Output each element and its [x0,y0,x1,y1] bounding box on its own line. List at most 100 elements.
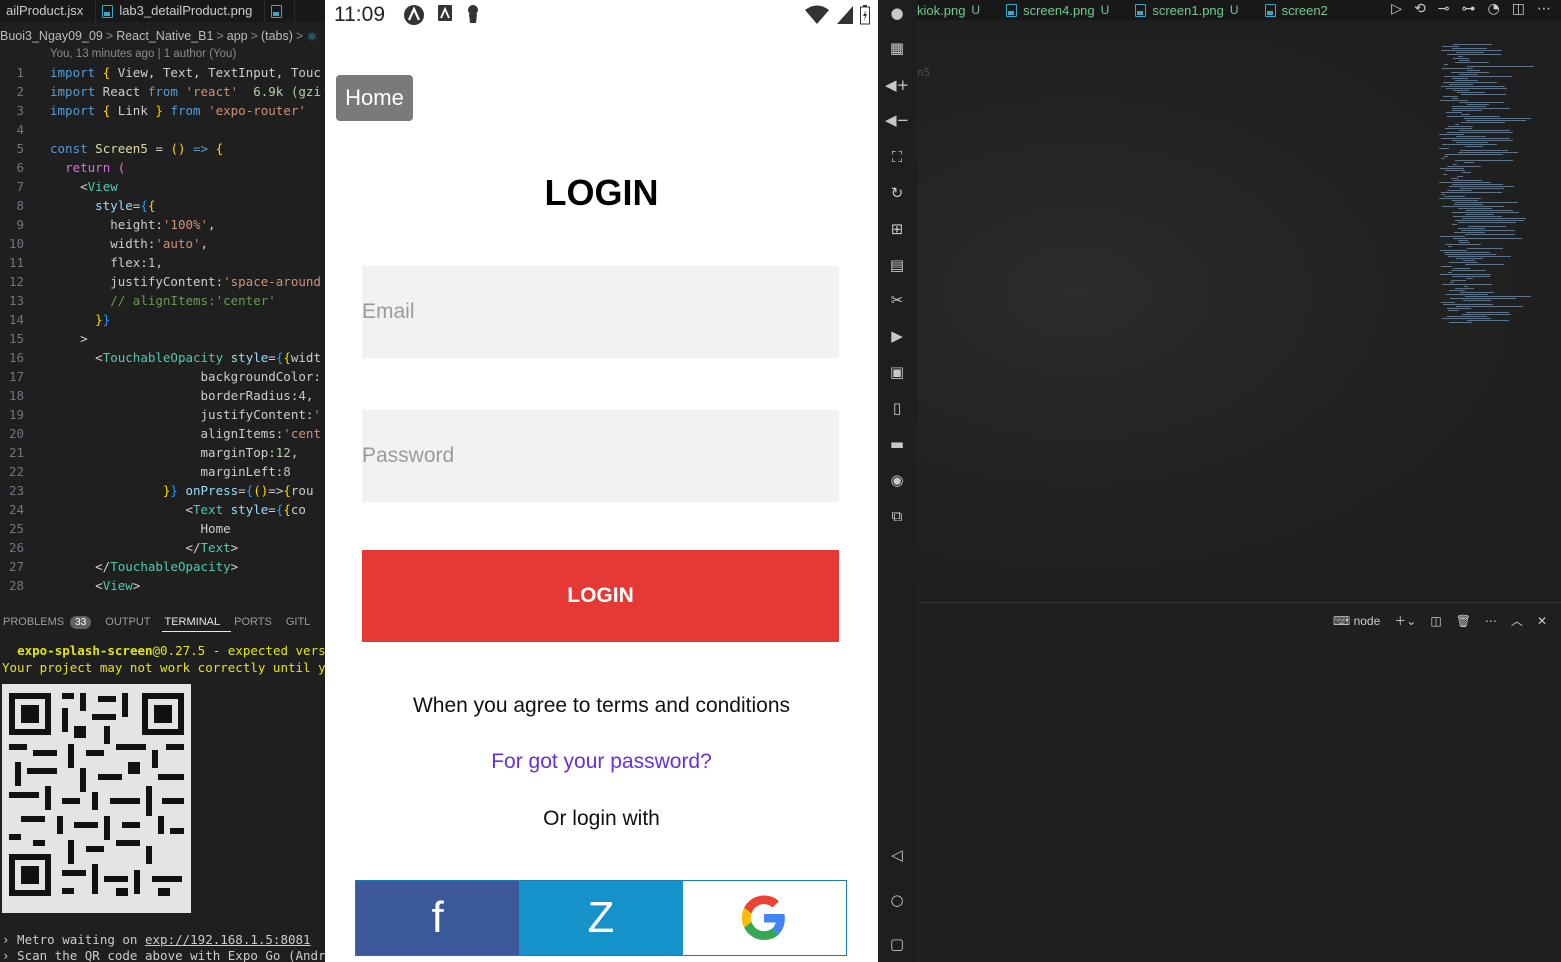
minimap-line [1458,222,1516,223]
problems-count-badge: 33 [70,615,92,629]
minimap-line [1451,280,1466,281]
minimap-line [1459,74,1478,75]
editor-tab[interactable] [265,0,296,22]
minimap-line [1449,84,1473,85]
volume-up-icon[interactable]: ◀+ [885,75,909,95]
image-file-icon [1264,3,1276,17]
terminal-line: › Scan the QR code above with Expo Go (A… [2,948,325,962]
location-icon[interactable]: ◉ [887,470,907,490]
git-blame-lens[interactable]: You, 13 minutes ago | 1 author (You) [50,48,236,60]
editor-tab[interactable]: screen2 [1259,0,1348,20]
minimap-line [1447,190,1472,191]
timeline-icon[interactable]: ◔ [1488,1,1500,17]
metro-url-link[interactable]: exp://192.168.1.5:8081 [145,932,311,947]
tab-output[interactable]: OUTPUT [102,612,161,632]
page-title: LOGIN [544,172,659,213]
minimap-line [1443,174,1447,175]
minimap-line [1461,114,1470,115]
branch-icon[interactable]: ⊶ [1462,1,1476,17]
new-terminal-icon[interactable]: ＋⌄ [1394,612,1416,629]
folder-icon[interactable]: ▬ [887,434,907,454]
breadcrumb-item[interactable]: (tabs) [261,29,293,43]
layout-icon[interactable]: ▣ [887,362,907,382]
breadcrumb-item[interactable]: app [227,29,248,43]
minimap-line [1456,52,1484,53]
power-icon[interactable]: ● [887,3,907,23]
forgot-password-link[interactable]: For got your password? [325,750,878,774]
minimap-line [1458,152,1518,153]
email-field[interactable] [362,266,839,358]
code-editor[interactable]: 1 import { View, Text, TextInput, Touc 2i… [0,63,325,595]
editor-tab[interactable]: lab3_detailProduct.png [96,0,266,22]
trash-icon[interactable]: 🗑 [1456,614,1471,628]
vibrate-icon[interactable]: ▯ [887,398,907,418]
minimap-line [1465,214,1494,215]
recents-nav-icon[interactable]: ▢ [887,934,907,954]
google-login-button[interactable] [682,881,846,955]
password-field[interactable] [362,410,839,502]
minimap-line [1453,238,1522,239]
minimap-line [1444,196,1465,197]
minimap-line [1445,254,1496,255]
minimap-line [1460,150,1508,151]
tab-problems[interactable]: PROBLEMS 33 [0,612,102,632]
notification-icon [404,5,424,25]
tab-git[interactable]: GITL [283,612,321,632]
git-commit-icon[interactable]: ⊸ [1438,1,1450,17]
facebook-login-button[interactable]: f [356,881,520,955]
breadcrumb-item[interactable]: Buoi3_Ngay09_09 [0,29,103,43]
more-icon[interactable]: ⋯ [1537,1,1551,17]
minimap-line [1464,162,1474,163]
close-panel-icon[interactable]: ✕ [1537,614,1547,628]
more-icon[interactable]: ⋯ [1485,614,1497,628]
editor-tab[interactable]: screen1.png U [1129,0,1258,20]
terminal-instance[interactable]: ⌨ node [1333,614,1380,628]
minimap-line [1447,54,1501,55]
home-nav-icon[interactable]: ○ [887,890,907,910]
minimap-line [1449,186,1514,187]
minimap-line [1453,90,1469,91]
editor-tab[interactable]: screen4.png U [1000,0,1129,20]
terminal-actions: ⌨ node ＋⌄ ◫ 🗑 ⋯ ︿ ✕ [1333,612,1547,629]
minimap-line [1444,252,1490,253]
record-icon[interactable]: ▶ [887,326,907,346]
tab-ports[interactable]: PORTS [231,612,283,632]
minimap-line [1442,68,1473,69]
zalo-login-button[interactable]: Z [519,881,683,955]
login-button[interactable]: LOGIN [362,550,839,642]
rotate-icon[interactable]: ↻ [887,183,907,203]
panel-divider [917,602,1561,603]
maximize-panel-icon[interactable]: ︿ [1511,612,1523,629]
split-terminal-icon[interactable]: ◫ [1430,614,1441,628]
minimap-line [1459,242,1470,243]
minimap-line [1458,208,1492,209]
editor-tab[interactable]: ailProduct.jsx [0,0,97,22]
minimap-line [1466,278,1473,279]
run-icon[interactable]: ▷ [1391,1,1402,17]
tab-terminal[interactable]: TERMINAL [161,612,232,632]
split-editor-icon[interactable]: ◫ [1512,1,1525,17]
apk-icon[interactable]: ▤ [887,255,907,275]
minimap-line [1439,198,1481,199]
volume-down-icon[interactable]: ◀− [885,110,909,130]
minimap-line [1453,58,1469,59]
screenshot-icon[interactable]: ⛶ [887,147,907,167]
minimap-line [1441,50,1502,51]
breadcrumb-item[interactable]: React_Native_B1 [116,29,213,43]
home-button[interactable]: Home [336,75,413,121]
image-file-icon [102,4,114,18]
minimap[interactable] [1435,44,1547,334]
minimap-line [1453,268,1470,269]
back-nav-icon[interactable]: ◁ [887,845,907,865]
minimap-line [1445,154,1503,155]
add-icon[interactable]: ⊞ [887,219,907,239]
keyboard-icon[interactable]: ▦ [887,38,907,58]
cut-icon[interactable]: ✂ [887,290,907,310]
or-login-with-text: Or login with [543,807,660,830]
devices-icon[interactable]: ⧉ [887,506,907,526]
compare-icon[interactable]: ⟲ [1414,1,1426,17]
minimap-line [1466,120,1526,121]
image-file-icon [1006,3,1018,17]
editor-tab[interactable]: kiok.png U [917,0,1000,20]
minimap-line [1452,224,1457,225]
